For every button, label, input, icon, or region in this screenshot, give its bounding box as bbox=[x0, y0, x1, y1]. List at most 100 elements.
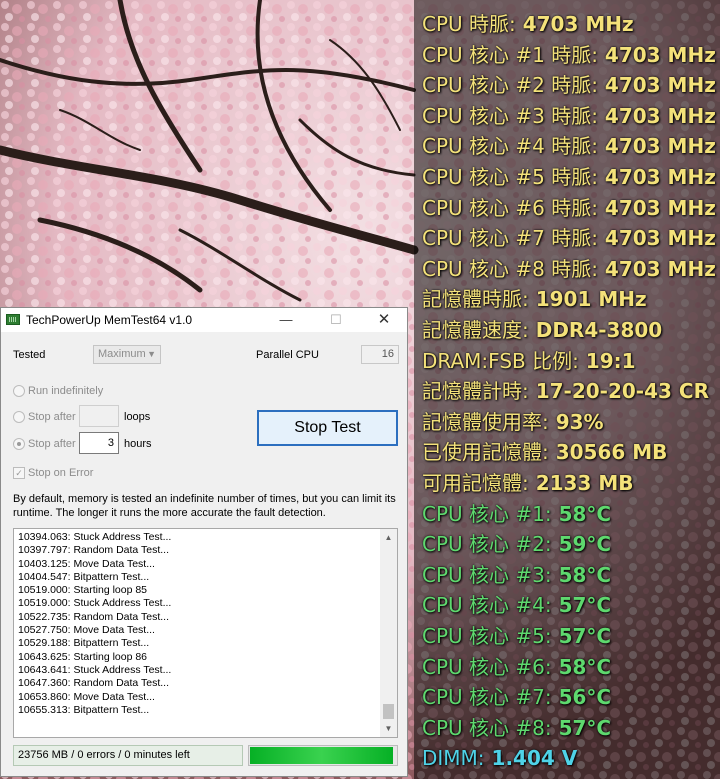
log-line: 10653.860: Move Data Test... bbox=[18, 690, 155, 703]
stat-value: 57°C bbox=[551, 715, 612, 740]
stat-value: 4703 MHz bbox=[597, 42, 716, 67]
log-line: 10643.625: Starting loop 86 bbox=[18, 650, 148, 663]
stat-label: DIMM: bbox=[422, 746, 485, 771]
stat-line: CPU 核心 #2 時脈: 4703 MHz bbox=[422, 72, 716, 98]
stat-label: CPU 核心 #6: bbox=[422, 654, 552, 679]
log-line: 10519.000: Starting loop 85 bbox=[18, 584, 148, 597]
stat-line: CPU 核心 #8 時脈: 4703 MHz bbox=[422, 256, 716, 282]
stat-label: CPU 核心 #8 時脈: bbox=[422, 256, 598, 281]
stat-line: CPU 核心 #7 時脈: 4703 MHz bbox=[422, 225, 716, 251]
stat-label: CPU 核心 #3: bbox=[422, 562, 552, 587]
stat-value: 4703 MHz bbox=[597, 226, 716, 251]
stat-label: 記憶體時脈: bbox=[422, 287, 529, 312]
stat-label: CPU 核心 #3 時脈: bbox=[422, 103, 598, 128]
stat-line: DIMM: 1.404 V bbox=[422, 745, 577, 771]
log-line: 10527.750: Move Data Test... bbox=[18, 624, 155, 637]
stat-value: 4703 MHz bbox=[597, 73, 716, 98]
stat-line: CPU 核心 #8: 57°C bbox=[422, 715, 611, 741]
stat-label: CPU 核心 #4 時脈: bbox=[422, 134, 598, 159]
tested-label: Tested bbox=[13, 349, 46, 361]
stat-value: 19:1 bbox=[578, 348, 636, 373]
log-line: 10655.313: Bitpattern Test... bbox=[18, 703, 150, 716]
stop-on-error-label: Stop on Error bbox=[28, 467, 94, 479]
stat-label: 記憶體計時: bbox=[422, 379, 529, 404]
stat-line: CPU 核心 #1: 58°C bbox=[422, 501, 611, 527]
run-indefinitely-label: Run indefinitely bbox=[28, 385, 104, 397]
close-button[interactable]: ✕ bbox=[361, 308, 407, 332]
title-bar[interactable]: TechPowerUp MemTest64 v1.0 — ☐ ✕ bbox=[1, 308, 407, 332]
stat-value: 59°C bbox=[551, 532, 612, 557]
stat-value: 58°C bbox=[551, 501, 612, 526]
tested-dropdown[interactable]: Maximum ▼ bbox=[93, 345, 161, 364]
stop-after-hours-label: Stop after bbox=[28, 438, 76, 450]
stat-line: DRAM:FSB 比例: 19:1 bbox=[422, 348, 636, 374]
log-line: 10529.188: Bitpattern Test... bbox=[18, 637, 150, 650]
stat-label: CPU 核心 #7 時脈: bbox=[422, 226, 598, 251]
hours-input[interactable]: 3 bbox=[79, 432, 119, 454]
stat-line: CPU 時脈: 4703 MHz bbox=[422, 11, 634, 37]
stat-value: 58°C bbox=[551, 654, 612, 679]
parallel-cpu-label: Parallel CPU bbox=[256, 349, 319, 361]
stat-line: 記憶體計時: 17-20-20-43 CR bbox=[422, 378, 709, 404]
hardware-monitor-overlay: CPU 時脈: 4703 MHz CPU 核心 #1 時脈: 4703 MHz CP… bbox=[414, 0, 720, 779]
stat-value: 93% bbox=[548, 409, 604, 434]
stat-label: CPU 核心 #1: bbox=[422, 501, 552, 526]
progress-bar-fill bbox=[250, 747, 394, 764]
stat-line: CPU 核心 #5 時脈: 4703 MHz bbox=[422, 164, 716, 190]
stat-value: 4703 MHz bbox=[597, 256, 716, 281]
log-line: 10404.547: Bitpattern Test... bbox=[18, 570, 150, 583]
stop-test-button[interactable]: Stop Test bbox=[257, 410, 398, 446]
scrollbar-thumb[interactable] bbox=[383, 704, 394, 719]
stat-line: CPU 核心 #3: 58°C bbox=[422, 562, 611, 588]
run-indefinitely-radio[interactable] bbox=[13, 385, 25, 397]
stat-line: 記憶體速度: DDR4-3800 bbox=[422, 317, 662, 343]
stat-line: CPU 核心 #6: 58°C bbox=[422, 654, 611, 680]
stat-line: 可用記憶體: 2133 MB bbox=[422, 470, 634, 496]
stat-value: 57°C bbox=[551, 593, 612, 618]
log-scrollbar[interactable]: ▲ ▼ bbox=[380, 529, 397, 737]
stat-label: CPU 核心 #1 時脈: bbox=[422, 42, 598, 67]
stop-after-hours-radio[interactable] bbox=[13, 438, 25, 450]
log-line: 10397.797: Random Data Test... bbox=[18, 544, 169, 557]
stat-line: CPU 核心 #7: 56°C bbox=[422, 684, 611, 710]
minimize-button[interactable]: — bbox=[263, 308, 309, 332]
test-log[interactable]: 10394.063: Stuck Address Test... 10397.79… bbox=[13, 528, 398, 738]
stat-line: CPU 核心 #4: 57°C bbox=[422, 592, 611, 618]
stop-after-loops-radio[interactable] bbox=[13, 411, 25, 423]
stat-label: 記憶體使用率: bbox=[422, 409, 549, 434]
stop-on-error-checkbox[interactable]: ✓ bbox=[13, 467, 25, 479]
stat-line: 記憶體使用率: 93% bbox=[422, 409, 604, 435]
stat-line: 已使用記憶體: 30566 MB bbox=[422, 439, 667, 465]
stat-value: 56°C bbox=[551, 685, 612, 710]
stat-value: 58°C bbox=[551, 562, 612, 587]
stat-label: CPU 核心 #5: bbox=[422, 624, 552, 648]
stat-label: CPU 核心 #2: bbox=[422, 532, 552, 557]
stat-line: CPU 核心 #6 時脈: 4703 MHz bbox=[422, 195, 716, 221]
progress-bar bbox=[248, 745, 398, 766]
log-line: 10647.360: Random Data Test... bbox=[18, 677, 169, 690]
loops-input[interactable] bbox=[79, 405, 119, 427]
memtest64-window: TechPowerUp MemTest64 v1.0 — ☐ ✕ Tested … bbox=[0, 307, 408, 777]
description-text: By default, memory is tested an indefini… bbox=[13, 493, 396, 519]
maximize-button[interactable]: ☐ bbox=[313, 308, 359, 332]
stat-label: CPU 核心 #6 時脈: bbox=[422, 195, 598, 220]
stat-value: DDR4-3800 bbox=[528, 318, 663, 342]
parallel-cpu-field[interactable]: 16 bbox=[361, 345, 399, 364]
chevron-down-icon: ▼ bbox=[147, 349, 156, 359]
log-line: 10643.641: Stuck Address Test... bbox=[18, 663, 172, 676]
stat-label: CPU 核心 #5 時脈: bbox=[422, 165, 598, 189]
log-lines: 10394.063: Stuck Address Test... 10397.79… bbox=[18, 531, 171, 717]
stat-value: 17-20-20-43 CR bbox=[528, 379, 709, 404]
window-title: TechPowerUp MemTest64 v1.0 bbox=[26, 313, 193, 327]
tested-dropdown-value: Maximum bbox=[98, 348, 146, 360]
stat-label: CPU 時脈: bbox=[422, 12, 516, 36]
stat-line: CPU 核心 #4 時脈: 4703 MHz bbox=[422, 133, 716, 159]
stat-value: 4703 MHz bbox=[597, 195, 716, 220]
stat-label: 可用記憶體: bbox=[422, 471, 529, 495]
stat-label: CPU 核心 #4: bbox=[422, 593, 552, 618]
scroll-up-arrow-icon[interactable]: ▲ bbox=[380, 529, 397, 546]
scroll-down-arrow-icon[interactable]: ▼ bbox=[380, 720, 397, 737]
status-text: 23756 MB / 0 errors / 0 minutes left bbox=[13, 745, 243, 766]
stat-label: CPU 核心 #2 時脈: bbox=[422, 73, 598, 98]
log-line: 10403.125: Move Data Test... bbox=[18, 557, 155, 570]
